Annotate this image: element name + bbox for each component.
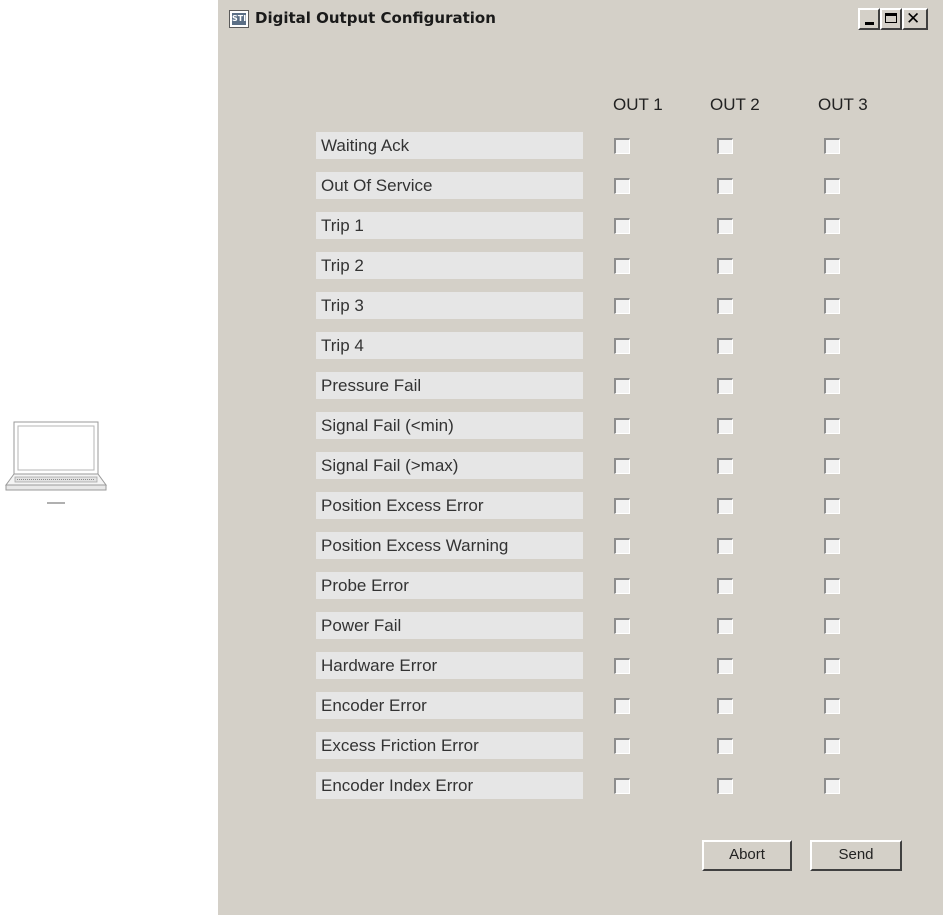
row-label: Trip 4 bbox=[316, 332, 583, 359]
checkbox-out3[interactable] bbox=[824, 618, 840, 634]
checkbox-out1[interactable] bbox=[614, 418, 630, 434]
checkbox-out1[interactable] bbox=[614, 338, 630, 354]
checkbox-out2[interactable] bbox=[717, 258, 733, 274]
send-button[interactable]: Send bbox=[810, 840, 902, 871]
close-icon: ✕ bbox=[906, 9, 921, 29]
row-label: Pressure Fail bbox=[316, 372, 583, 399]
minimize-button[interactable] bbox=[858, 8, 880, 30]
checkbox-out3[interactable] bbox=[824, 298, 840, 314]
row-label: Trip 2 bbox=[316, 252, 583, 279]
checkbox-out1[interactable] bbox=[614, 498, 630, 514]
row-label: Waiting Ack bbox=[316, 132, 583, 159]
maximize-button[interactable] bbox=[880, 8, 902, 30]
row-label: Position Excess Warning bbox=[316, 532, 583, 559]
checkbox-out2[interactable] bbox=[717, 298, 733, 314]
abort-button[interactable]: Abort bbox=[702, 840, 792, 871]
checkbox-out1[interactable] bbox=[614, 658, 630, 674]
row-label: Position Excess Error bbox=[316, 492, 583, 519]
checkbox-out2[interactable] bbox=[717, 418, 733, 434]
row-label: Trip 1 bbox=[316, 212, 583, 239]
checkbox-out2[interactable] bbox=[717, 578, 733, 594]
checkbox-out1[interactable] bbox=[614, 178, 630, 194]
checkbox-out1[interactable] bbox=[614, 738, 630, 754]
checkbox-out3[interactable] bbox=[824, 738, 840, 754]
checkbox-out3[interactable] bbox=[824, 378, 840, 394]
checkbox-out1[interactable] bbox=[614, 698, 630, 714]
checkbox-out1[interactable] bbox=[614, 378, 630, 394]
row-label: Signal Fail (>max) bbox=[316, 452, 583, 479]
window-title: Digital Output Configuration bbox=[255, 9, 496, 27]
row-label: Signal Fail (<min) bbox=[316, 412, 583, 439]
row-label: Out Of Service bbox=[316, 172, 583, 199]
checkbox-out1[interactable] bbox=[614, 258, 630, 274]
digital-output-window: STI Digital Output Configuration ✕ OUT 1… bbox=[218, 0, 943, 915]
checkbox-out3[interactable] bbox=[824, 498, 840, 514]
checkbox-out3[interactable] bbox=[824, 578, 840, 594]
column-header-out1: OUT 1 bbox=[613, 95, 663, 114]
app-icon: STI bbox=[229, 10, 249, 28]
checkbox-out2[interactable] bbox=[717, 178, 733, 194]
checkbox-out2[interactable] bbox=[717, 778, 733, 794]
checkbox-out1[interactable] bbox=[614, 618, 630, 634]
checkbox-out3[interactable] bbox=[824, 218, 840, 234]
column-header-out3: OUT 3 bbox=[818, 95, 868, 114]
title-bar: STI Digital Output Configuration ✕ bbox=[218, 0, 943, 46]
row-label: Power Fail bbox=[316, 612, 583, 639]
checkbox-out3[interactable] bbox=[824, 338, 840, 354]
checkbox-out3[interactable] bbox=[824, 458, 840, 474]
minimize-icon bbox=[865, 22, 874, 25]
checkbox-out3[interactable] bbox=[824, 658, 840, 674]
checkbox-out2[interactable] bbox=[717, 618, 733, 634]
row-label: Hardware Error bbox=[316, 652, 583, 679]
checkbox-out3[interactable] bbox=[824, 138, 840, 154]
checkbox-out2[interactable] bbox=[717, 138, 733, 154]
checkbox-out1[interactable] bbox=[614, 138, 630, 154]
checkbox-out3[interactable] bbox=[824, 698, 840, 714]
checkbox-out1[interactable] bbox=[614, 778, 630, 794]
checkbox-out3[interactable] bbox=[824, 258, 840, 274]
checkbox-out3[interactable] bbox=[824, 778, 840, 794]
checkbox-out2[interactable] bbox=[717, 338, 733, 354]
row-label: Probe Error bbox=[316, 572, 583, 599]
laptop-icon bbox=[5, 421, 107, 504]
checkbox-out2[interactable] bbox=[717, 378, 733, 394]
checkbox-out1[interactable] bbox=[614, 578, 630, 594]
column-header-out2: OUT 2 bbox=[710, 95, 760, 114]
checkbox-out2[interactable] bbox=[717, 498, 733, 514]
checkbox-out3[interactable] bbox=[824, 538, 840, 554]
close-button[interactable]: ✕ bbox=[902, 8, 928, 30]
checkbox-out1[interactable] bbox=[614, 298, 630, 314]
checkbox-out1[interactable] bbox=[614, 458, 630, 474]
checkbox-out1[interactable] bbox=[614, 538, 630, 554]
row-label: Excess Friction Error bbox=[316, 732, 583, 759]
checkbox-out3[interactable] bbox=[824, 418, 840, 434]
row-label: Trip 3 bbox=[316, 292, 583, 319]
checkbox-out1[interactable] bbox=[614, 218, 630, 234]
checkbox-out2[interactable] bbox=[717, 738, 733, 754]
checkbox-out2[interactable] bbox=[717, 658, 733, 674]
row-label: Encoder Error bbox=[316, 692, 583, 719]
row-label: Encoder Index Error bbox=[316, 772, 583, 799]
checkbox-out2[interactable] bbox=[717, 538, 733, 554]
checkbox-out2[interactable] bbox=[717, 458, 733, 474]
checkbox-out2[interactable] bbox=[717, 218, 733, 234]
checkbox-out3[interactable] bbox=[824, 178, 840, 194]
maximize-icon bbox=[885, 13, 897, 23]
checkbox-out2[interactable] bbox=[717, 698, 733, 714]
